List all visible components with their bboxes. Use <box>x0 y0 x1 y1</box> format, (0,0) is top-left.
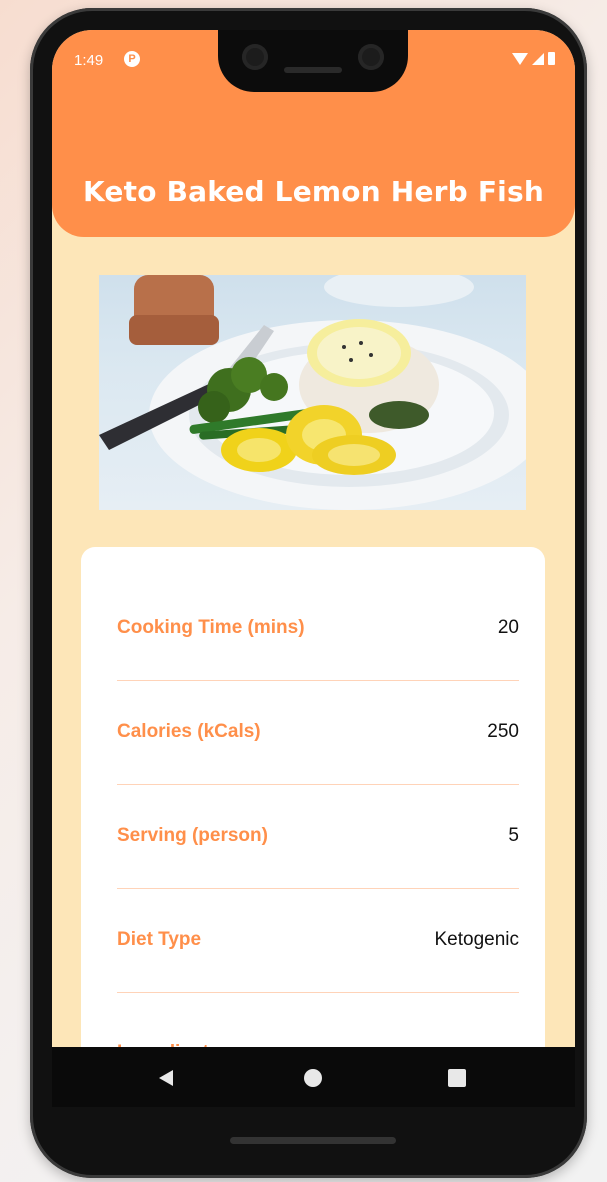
food-photo-icon <box>99 275 526 510</box>
detail-row-calories: Calories (kCals) 250 <box>117 680 519 785</box>
camera-icon <box>358 44 384 70</box>
back-icon[interactable] <box>159 1070 173 1086</box>
detail-label: Diet Type <box>117 929 202 950</box>
detail-label: Calories (kCals) <box>117 721 261 742</box>
detail-value: 250 <box>487 721 519 742</box>
page-title: Keto Baked Lemon Herb Fish <box>83 175 544 208</box>
detail-label: Cooking Time (mins) <box>117 617 305 638</box>
p-circle-icon: P <box>124 51 140 67</box>
wifi-icon <box>512 52 528 65</box>
app-screen: 1:49 P Keto Baked Lemon Herb Fish Cookin… <box>52 30 575 1107</box>
recent-apps-icon[interactable] <box>448 1069 466 1087</box>
detail-row-serving: Serving (person) 5 <box>117 784 519 889</box>
home-indicator <box>230 1137 396 1144</box>
recipe-details-card: Cooking Time (mins) 20 Calories (kCals) … <box>81 547 545 1107</box>
detail-value: 5 <box>508 825 519 846</box>
battery-icon <box>548 52 555 65</box>
signal-icon <box>532 52 544 65</box>
camera-notch <box>218 30 408 92</box>
detail-row-cooking-time: Cooking Time (mins) 20 <box>117 576 519 681</box>
system-nav-bar <box>52 1047 575 1107</box>
status-icons <box>512 52 555 65</box>
status-time: 1:49 <box>74 52 104 69</box>
speaker-icon <box>284 67 342 73</box>
detail-row-diet-type: Diet Type Ketogenic <box>117 888 519 993</box>
detail-value: Ketogenic <box>434 929 519 950</box>
home-icon[interactable] <box>304 1069 322 1087</box>
detail-label: Serving (person) <box>117 825 268 846</box>
camera-icon <box>242 44 268 70</box>
detail-value: 20 <box>497 617 519 638</box>
